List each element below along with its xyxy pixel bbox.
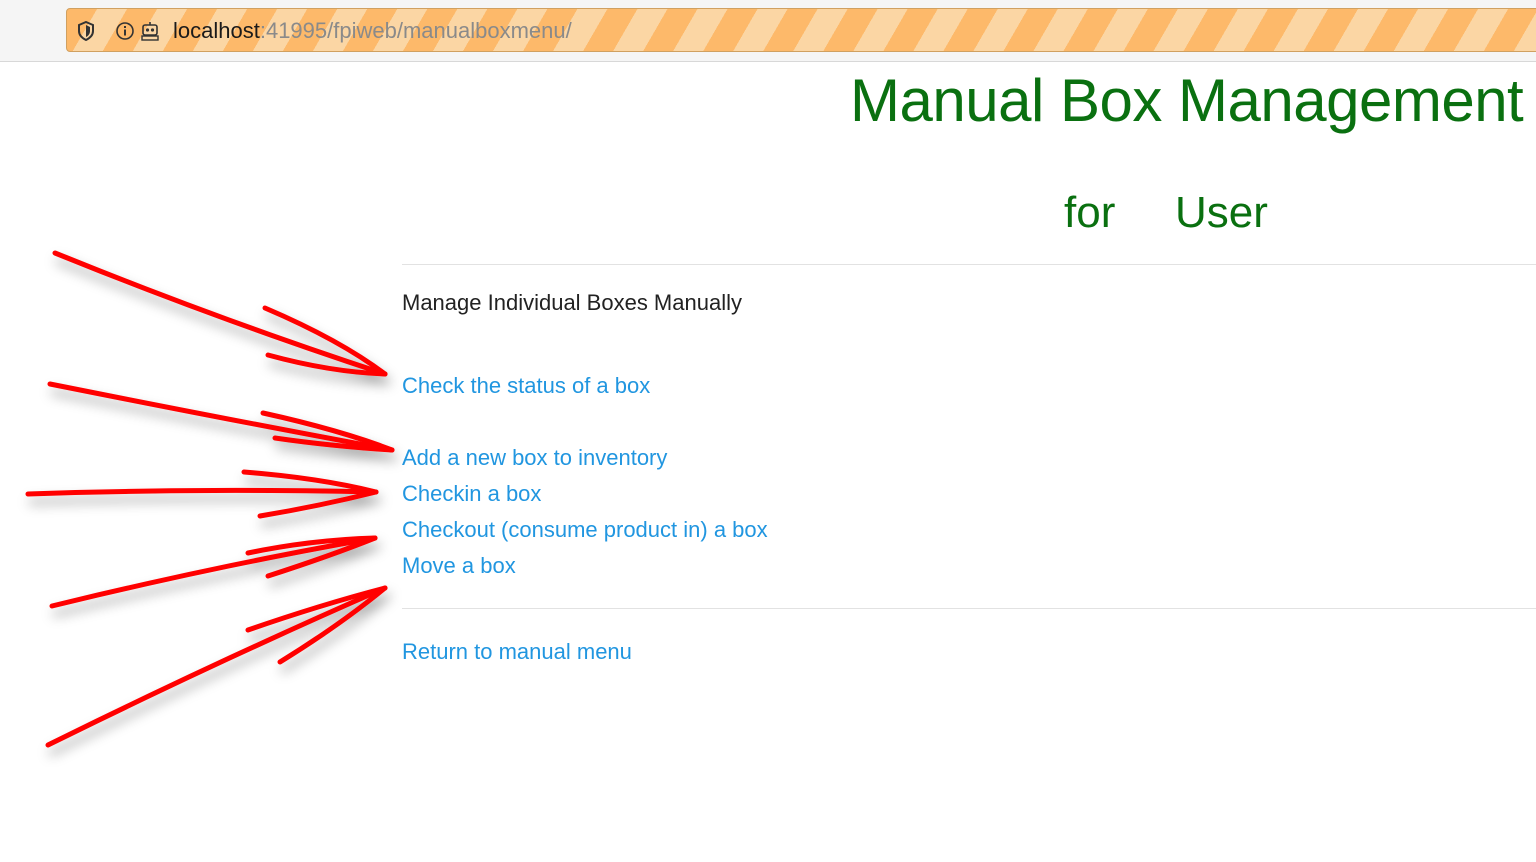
shield-icon[interactable] <box>77 20 95 42</box>
page-title: Manual Box Management <box>850 67 1524 134</box>
divider-bottom <box>402 608 1536 609</box>
move-box-link[interactable]: Move a box <box>402 552 516 580</box>
subtitle-user: User <box>1175 188 1268 237</box>
arrow-5 <box>45 585 388 748</box>
add-box-link[interactable]: Add a new box to inventory <box>402 444 667 472</box>
return-manual-menu-link[interactable]: Return to manual menu <box>402 638 632 666</box>
url-text[interactable]: localhost:41995/fpiweb/manualboxmenu/ <box>173 18 572 44</box>
browser-toolbar: localhost:41995/fpiweb/manualboxmenu/ <box>0 0 1536 62</box>
arrow-3 <box>25 469 379 519</box>
checkin-box-link[interactable]: Checkin a box <box>402 480 541 508</box>
subtitle-for: for <box>1064 188 1116 237</box>
arrow-1 <box>52 250 388 377</box>
section-heading: Manage Individual Boxes Manually <box>402 290 742 315</box>
divider-top <box>402 264 1536 265</box>
url-host: localhost <box>173 18 260 43</box>
checkout-box-link[interactable]: Checkout (consume product in) a box <box>402 516 768 544</box>
arrow-2 <box>47 381 395 453</box>
address-bar[interactable]: localhost:41995/fpiweb/manualboxmenu/ <box>66 8 1536 52</box>
check-status-link[interactable]: Check the status of a box <box>402 372 650 400</box>
arrow-4 <box>49 535 378 609</box>
url-path: :41995/fpiweb/manualboxmenu/ <box>259 18 572 43</box>
info-icon[interactable] <box>115 21 135 41</box>
robot-icon[interactable] <box>139 20 161 42</box>
